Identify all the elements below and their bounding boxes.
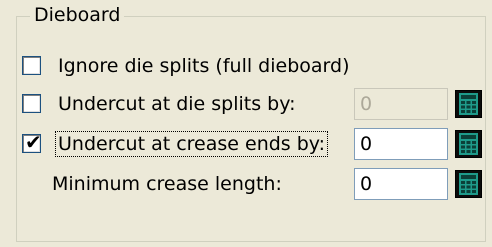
ignore-die-splits-label[interactable]: Ignore die splits (full dieboard) [58,54,349,78]
undercut-crease-ends-calculator-button[interactable] [455,130,482,158]
undercut-crease-ends-row: ✔ Undercut at crease ends by: 0 [0,128,492,162]
dieboard-group-title: Dieboard [30,4,125,26]
minimum-crease-length-row: Minimum crease length: 0 [0,168,492,202]
calculator-icon [459,173,478,195]
undercut-die-splits-checkbox[interactable] [22,94,41,113]
minimum-crease-length-label: Minimum crease length: [52,173,282,195]
minimum-crease-length-calculator-button[interactable] [455,170,482,198]
undercut-die-splits-calculator-button[interactable] [455,90,482,118]
undercut-crease-ends-field[interactable]: 0 [354,128,448,160]
minimum-crease-length-field[interactable]: 0 [354,168,448,200]
undercut-die-splits-row: Undercut at die splits by: 0 [0,88,492,122]
undercut-crease-ends-checkbox[interactable]: ✔ [22,130,42,154]
ignore-die-splits-row: Ignore die splits (full dieboard) [0,50,492,84]
calculator-icon [459,133,478,155]
checkmark-icon: ✔ [25,130,42,154]
undercut-crease-ends-label[interactable]: Undercut at crease ends by: [54,131,329,157]
undercut-die-splits-field[interactable]: 0 [354,88,448,120]
ignore-die-splits-checkbox[interactable] [22,56,41,75]
undercut-die-splits-label[interactable]: Undercut at die splits by: [58,92,296,116]
calculator-icon [459,93,478,115]
